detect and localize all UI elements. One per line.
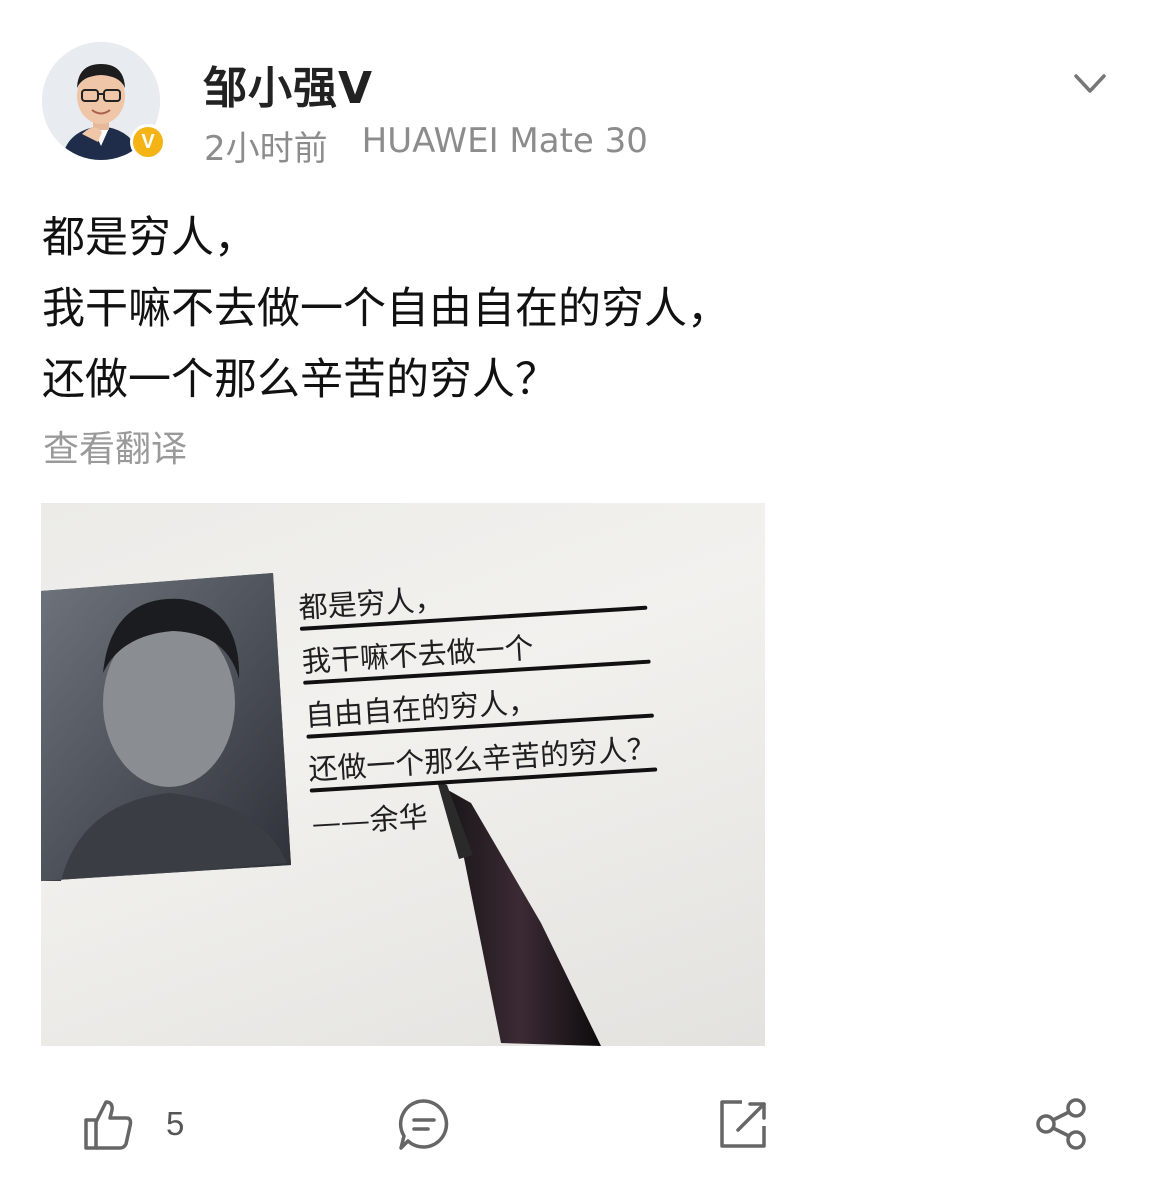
weibo-post: V 邹小强V 2小时前 HUAWEI Mate 30 都是穷人， 我干嘛不去做一… [0,0,1169,1192]
post-image[interactable]: 都是穷人， 我干嘛不去做一个 自由自在的穷人， 还做一个那么辛苦的穷人？ ——余… [41,503,765,1046]
comment-button[interactable] [396,1094,452,1154]
author-name[interactable]: 邹小强V [203,52,373,116]
post-time: 2小时前 [204,129,328,169]
post-device: HUAWEI Mate 30 [361,121,648,161]
image-quote: 都是穷人， 我干嘛不去做一个 自由自在的穷人， 还做一个那么辛苦的穷人？ ——余… [297,560,661,851]
like-button[interactable]: 5 [80,1094,184,1154]
repost-button[interactable] [716,1094,772,1154]
chevron-down-icon[interactable] [1068,64,1112,104]
post-text: 都是穷人， 我干嘛不去做一个自由自在的穷人， 还做一个那么辛苦的穷人？ [42,203,1042,416]
post-text-line: 还做一个那么辛苦的穷人？ [42,355,558,405]
share-button[interactable] [1034,1094,1090,1154]
translate-link[interactable]: 查看翻译 [43,420,187,472]
post-text-line: 我干嘛不去做一个自由自在的穷人， [42,284,730,334]
post-text-line: 都是穷人， [42,213,257,263]
thumbs-up-icon [84,1100,133,1150]
action-bar: 5 [0,1080,1169,1170]
post-meta: 2小时前 HUAWEI Mate 30 [204,121,648,170]
share-icon [1036,1098,1086,1150]
like-count: 5 [166,1105,185,1142]
comment-icon [398,1099,449,1150]
repost-icon [720,1100,766,1148]
verified-badge-icon: V [130,124,166,160]
